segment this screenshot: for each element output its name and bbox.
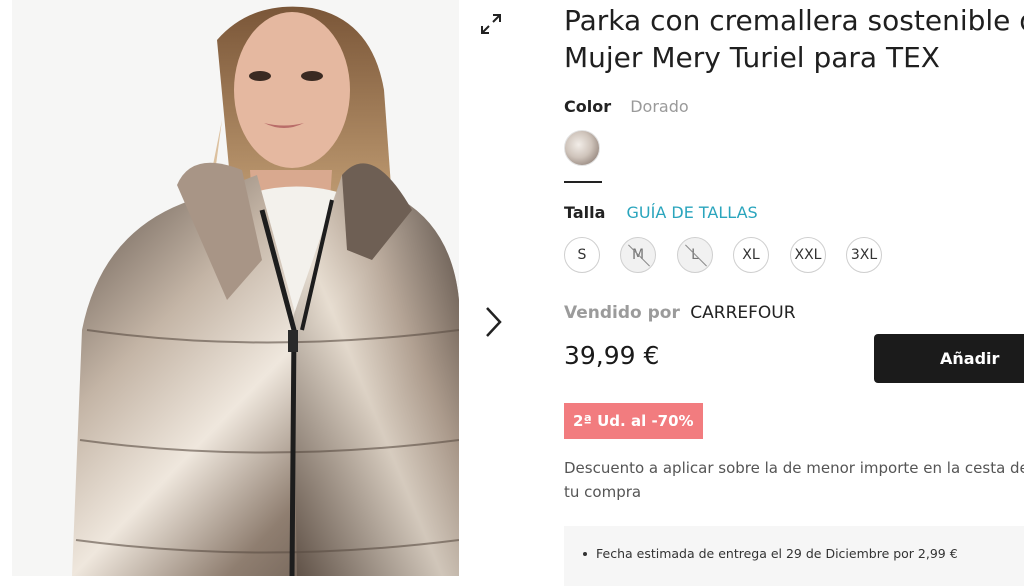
size-guide-link[interactable]: GUÍA DE TALLAS	[627, 203, 758, 222]
seller-name: CARREFOUR	[690, 303, 796, 323]
discount-note: Descuento a aplicar sobre la de menor im…	[564, 456, 1024, 504]
color-swatch[interactable]	[564, 130, 600, 166]
product-title-line-2: Mujer Mery Turiel para TEX	[564, 41, 940, 74]
seller-info: Vendido por CARREFOUR	[564, 303, 796, 323]
color-label: Color	[564, 97, 612, 116]
size-option-m[interactable]: M	[620, 237, 656, 273]
delivery-estimate: Fecha estimada de entrega el 29 de Dicie…	[583, 546, 958, 561]
price: 39,99 €	[564, 341, 660, 370]
swatch-selected-indicator	[564, 181, 602, 183]
discount-note-line-2: tu compra	[564, 483, 642, 501]
delivery-info-box: Fecha estimada de entrega el 29 de Dicie…	[564, 526, 1024, 586]
size-option-s[interactable]: S	[564, 237, 600, 273]
product-photo-illustration	[12, 0, 459, 576]
seller-label: Vendido por	[564, 303, 680, 323]
size-option-xl[interactable]: XL	[733, 237, 769, 273]
product-image[interactable]	[12, 0, 459, 576]
expand-icon[interactable]	[479, 12, 503, 36]
add-to-cart-button[interactable]: Añadir	[874, 334, 1024, 383]
size-label: Talla	[564, 203, 606, 222]
size-option-l[interactable]: L	[677, 237, 713, 273]
color-row: Color Dorado	[564, 97, 689, 116]
product-title: Parka con cremallera sostenible de Mujer …	[564, 2, 1024, 76]
color-value: Dorado	[630, 97, 689, 116]
size-option-xxl[interactable]: XXL	[790, 237, 826, 273]
discount-note-line-1: Descuento a aplicar sobre la de menor im…	[564, 459, 1024, 477]
product-title-line-1: Parka con cremallera sostenible de	[564, 4, 1024, 37]
promo-badge: 2ª Ud. al -70%	[564, 403, 703, 439]
delivery-text: Fecha estimada de entrega el 29 de Dicie…	[596, 546, 958, 561]
bullet-icon	[583, 552, 587, 556]
size-option-3xl[interactable]: 3XL	[846, 237, 882, 273]
chevron-right-icon[interactable]	[481, 304, 505, 340]
size-row: Talla GUÍA DE TALLAS	[564, 203, 758, 222]
